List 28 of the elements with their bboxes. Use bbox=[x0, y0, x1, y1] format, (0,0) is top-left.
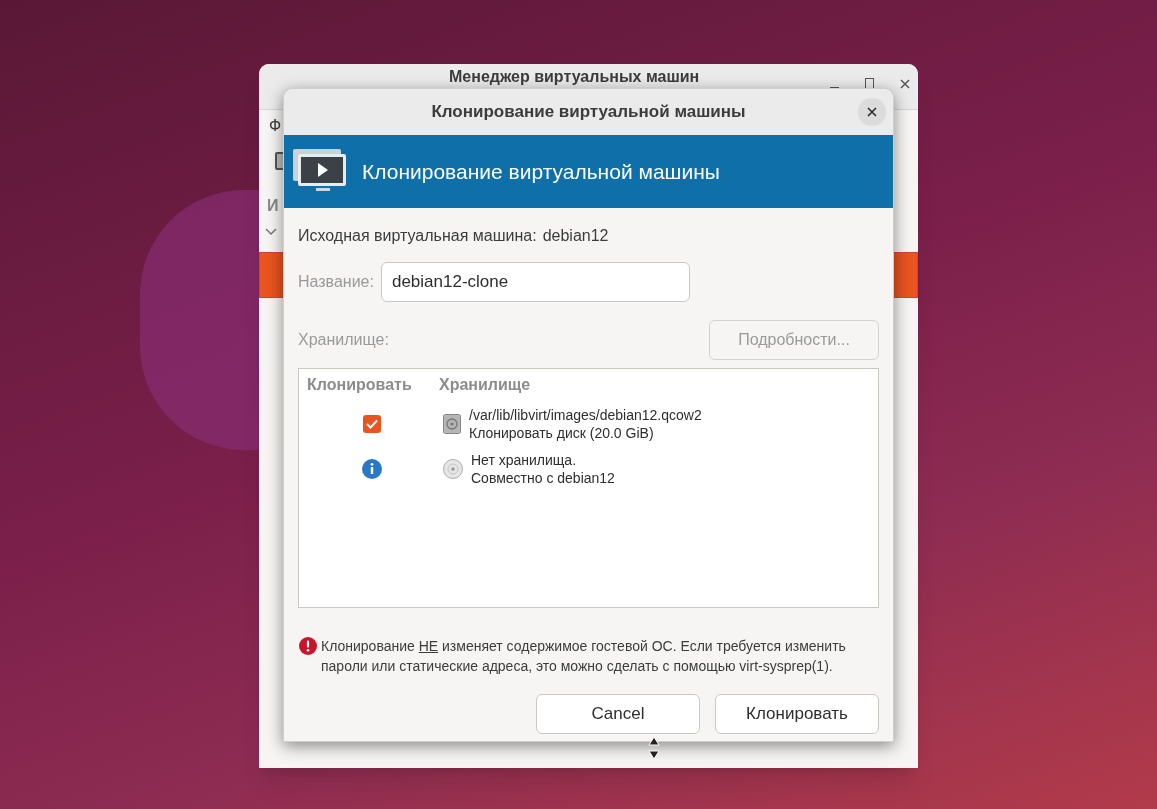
storage-detail: Совместно с debian12 bbox=[471, 469, 615, 487]
column-header: Хранилище bbox=[439, 375, 531, 395]
column-header: Клонировать bbox=[307, 375, 413, 395]
storage-detail: Клонировать диск (20.0 GiB) bbox=[469, 424, 655, 442]
storage-path: Нет хранилища. bbox=[471, 451, 578, 469]
dialog-title: Клонирование виртуальной машины bbox=[431, 101, 746, 124]
window-title: Менеджер виртуальных машин bbox=[449, 67, 700, 86]
name-label: Название: bbox=[298, 272, 374, 292]
close-icon bbox=[867, 107, 877, 117]
info-icon bbox=[362, 459, 382, 479]
checkbox[interactable] bbox=[363, 415, 381, 433]
cancel-button[interactable]: Cancel bbox=[536, 694, 700, 734]
source-label: Исходная виртуальная машина: bbox=[298, 226, 537, 246]
banner-title: Клонирование виртуальной машины bbox=[362, 158, 720, 185]
name-field[interactable]: debian12-clone bbox=[380, 262, 690, 302]
clone-warning-text: Клонирование НЕ изменяет содержимое гостевой ОС. Если требуется изменить пароли или статические адреса, это можно сделать с помощью virt-sysprep(1). bbox=[321, 637, 847, 676]
source-value: debian12 bbox=[542, 226, 609, 246]
close-button[interactable] bbox=[858, 98, 886, 126]
clone-button[interactable]: Клонировать bbox=[715, 694, 879, 734]
chevron-icon[interactable] bbox=[265, 228, 277, 236]
close-icon[interactable] bbox=[900, 78, 910, 89]
column-header: И bbox=[267, 196, 279, 216]
storage-label: Хранилище: bbox=[298, 330, 389, 350]
storage-path: /var/lib/libvirt/images/debian12.qcow2 bbox=[469, 406, 702, 424]
menu-item[interactable]: Ф bbox=[269, 114, 282, 138]
warning-icon bbox=[299, 637, 317, 655]
minimize-icon[interactable] bbox=[830, 86, 839, 89]
disc-icon bbox=[443, 459, 463, 479]
